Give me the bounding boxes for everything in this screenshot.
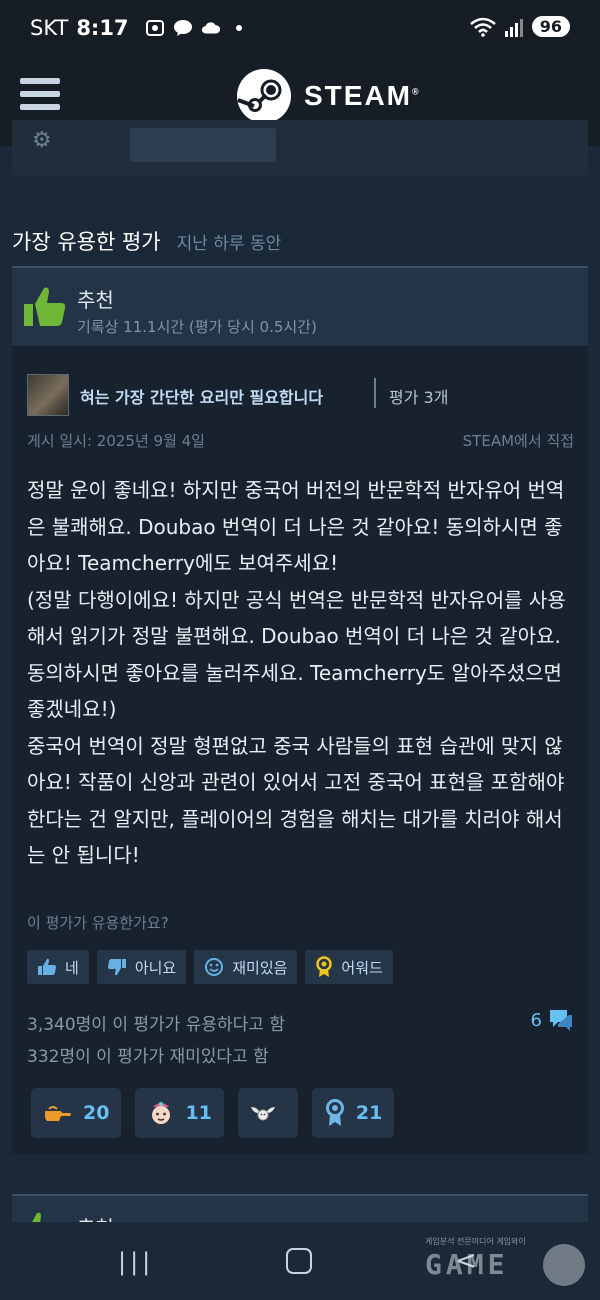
talk-icon (173, 20, 192, 36)
face-icon (152, 1102, 171, 1124)
vote-no-label: 아니요 (134, 958, 177, 977)
author-review-count[interactable]: 평가 3개 (389, 384, 448, 408)
vote-funny-button[interactable]: 재미있음 (194, 950, 298, 984)
helpful-count: 3,340명이 이 평가가 유용하다고 함 (27, 1015, 285, 1035)
winged-icon (250, 1107, 275, 1121)
vote-buttons: 네 아니요 재미있음 어워드 (27, 950, 393, 984)
carrier-label: SKT (30, 16, 69, 40)
award-badge[interactable]: 20 (31, 1088, 122, 1138)
cloud-icon (201, 22, 220, 34)
author-name[interactable]: 혀는 가장 간단한 요리만 필요합니다 (80, 384, 323, 408)
pointing-hand-icon (45, 1106, 71, 1121)
section-period: 지난 하루 동안 (176, 234, 282, 254)
filter-gear-icon[interactable]: ⚙ (32, 128, 56, 153)
smiley-icon (205, 958, 224, 976)
award-list: 20 11 21 (31, 1088, 395, 1138)
screenshot-icon (145, 20, 164, 36)
signal-icon (504, 18, 523, 37)
watermark-logo: GAME (425, 1248, 509, 1281)
award-button[interactable]: 어워드 (305, 950, 393, 984)
award-medal-icon (316, 956, 333, 977)
divider (374, 378, 376, 408)
section-title: 가장 유용한 평가 (12, 230, 161, 254)
ribbon-icon (325, 1099, 344, 1126)
vote-yes-button[interactable]: 네 (27, 950, 89, 984)
award-count: 11 (185, 1102, 212, 1124)
watermark-tagline: 게임분석 전문미디어 게임와이 (425, 1237, 526, 1246)
system-nav-bar: ||| < 게임분석 전문미디어 게임와이 GAME (0, 1222, 600, 1300)
status-bar: SKT 8:17 96 (0, 0, 600, 58)
clock: 8:17 (76, 16, 129, 40)
comment-bubble-icon (550, 1010, 572, 1031)
award-count: 20 (83, 1102, 110, 1124)
award-count: 21 (355, 1102, 383, 1124)
review-filter-bar: ⚙ (12, 120, 588, 176)
home-icon[interactable] (286, 1248, 312, 1274)
wifi-icon (469, 17, 496, 37)
comment-count: 6 (530, 1009, 542, 1031)
thumbs-up-icon (24, 287, 66, 326)
watermark: 게임분석 전문미디어 게임와이 GAME (425, 1236, 585, 1286)
award-badge[interactable]: 21 (311, 1088, 395, 1138)
registered-mark: ® (412, 86, 421, 97)
review-source: STEAM에서 직접 (462, 432, 574, 450)
review-recommendation-header: 추천 기록상 11.1시간 (평가 당시 0.5시간) (12, 266, 588, 348)
award-badge[interactable] (237, 1088, 298, 1138)
review-paragraph: 중국어 번역이 정말 형편없고 중국 사람들의 표현 습관에 맞지 않아요! 작… (27, 733, 565, 868)
battery-indicator: 96 (531, 16, 570, 37)
vote-yes-label: 네 (65, 958, 79, 977)
award-label: 어워드 (341, 958, 383, 977)
award-badge[interactable]: 11 (135, 1088, 224, 1138)
playtime-label: 기록상 11.1시간 (평가 당시 0.5시간) (77, 318, 317, 336)
steam-logo[interactable]: STEAM® (236, 68, 421, 124)
vote-no-button[interactable]: 아니요 (96, 950, 187, 984)
filter-chip[interactable] (130, 128, 276, 162)
recent-apps-icon[interactable]: ||| (118, 1248, 154, 1276)
review-paragraph: (정말 다행이에요! 하지만 공식 번역은 반문학적 반자유어를 사용해서 읽기… (27, 587, 566, 722)
comments-link[interactable]: 6 (531, 1008, 574, 1032)
section-heading: 가장 유용한 평가 지난 하루 동안 (12, 226, 281, 256)
watermark-emblem-icon (543, 1244, 585, 1286)
helpful-question: 이 평가가 유용한가요? (27, 914, 169, 932)
review-paragraph: 정말 운이 좋네요! 하지만 중국어 버전의 반문학적 반자유어 번역은 불쾌해… (27, 478, 565, 575)
logo-text: STEAM (304, 80, 412, 111)
review-text: 정말 운이 좋네요! 하지만 중국어 버전의 반문학적 반자유어 번역은 불쾌해… (27, 472, 577, 874)
menu-icon[interactable] (20, 78, 60, 112)
vote-funny-label: 재미있음 (232, 958, 288, 977)
review-card: 혀는 가장 간단한 요리만 필요합니다 평가 3개 게시 일시: 2025년 9… (12, 346, 588, 1154)
recommendation-label: 추천 (77, 288, 114, 312)
funny-count: 332명이 이 평가가 재미있다고 함 (27, 1047, 269, 1067)
avatar[interactable] (27, 374, 69, 416)
notification-dot-icon (235, 25, 242, 31)
steam-logo-icon (237, 69, 291, 123)
thumbs-up-icon (38, 958, 56, 975)
posted-date: 게시 일시: 2025년 9월 4일 (27, 432, 205, 450)
thumbs-down-icon (107, 959, 126, 976)
